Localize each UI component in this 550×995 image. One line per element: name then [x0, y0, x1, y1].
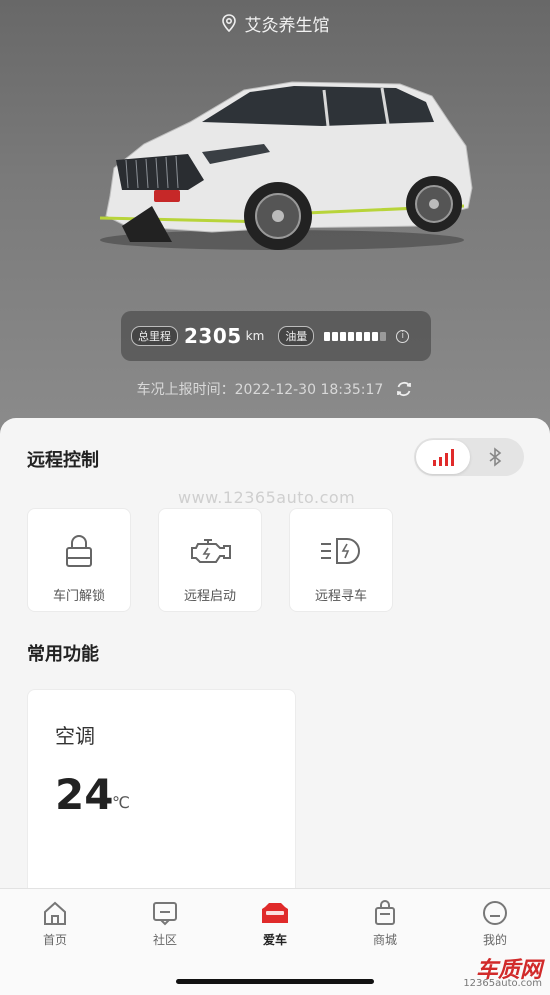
tab-community-label: 社区: [152, 933, 177, 947]
unlock-door-button[interactable]: 车门解锁: [27, 508, 131, 612]
report-time-row: 车况上报时间：2022-12-30 18:35:17: [0, 378, 550, 400]
find-car-button[interactable]: 远程寻车: [289, 508, 393, 612]
ac-title: 空调: [55, 724, 95, 748]
home-icon: [44, 901, 66, 925]
tab-community[interactable]: 社区: [135, 899, 195, 948]
ac-temperature: 24: [55, 770, 114, 819]
tab-profile[interactable]: 我的: [465, 899, 525, 948]
signal-mode-button[interactable]: [416, 440, 470, 474]
bluetooth-icon: [489, 447, 502, 467]
fuel-segment: [380, 331, 387, 341]
vehicle-stats-bar[interactable]: 总里程 2305 km 油量 i: [121, 311, 431, 361]
ac-temperature-unit: ℃: [112, 793, 130, 812]
tab-my-car[interactable]: 爱车: [245, 899, 305, 948]
profile-icon: [483, 901, 507, 925]
fuel-label: 油量: [278, 326, 315, 346]
remote-start-label: 远程启动: [183, 589, 236, 604]
bluetooth-mode-button[interactable]: [470, 440, 520, 474]
fuel-segment: [364, 331, 371, 341]
refresh-icon[interactable]: [395, 380, 413, 398]
mileage-value: 2305: [184, 324, 242, 348]
tab-profile-label: 我的: [482, 933, 507, 947]
tab-shop[interactable]: 商城: [355, 899, 415, 948]
tab-my-car-label: 爱车: [262, 933, 287, 947]
car-icon: [262, 903, 288, 923]
remote-control-title: 远程控制: [27, 450, 99, 471]
report-time-text: 车况上报时间：2022-12-30 18:35:17: [136, 382, 384, 398]
fuel-segment: [332, 331, 339, 341]
fuel-segment: [356, 331, 363, 341]
connection-toggle[interactable]: [414, 438, 524, 476]
info-icon[interactable]: i: [396, 329, 410, 343]
common-functions-title: 常用功能: [27, 644, 99, 665]
mileage-unit: km: [245, 329, 265, 343]
tab-home[interactable]: 首页: [25, 899, 85, 948]
home-indicator[interactable]: [176, 979, 374, 984]
fuel-segment: [324, 331, 331, 341]
tab-home-label: 首页: [42, 933, 67, 947]
community-icon: [153, 902, 177, 926]
brand-url: 12365auto.com: [463, 978, 542, 989]
remote-start-button[interactable]: 远程启动: [158, 508, 262, 612]
fuel-gauge: [324, 331, 387, 341]
air-conditioner-card[interactable]: 空调 24 ℃: [27, 689, 296, 909]
find-car-label: 远程寻车: [314, 589, 367, 604]
unlock-door-label: 车门解锁: [52, 589, 105, 604]
mileage-label: 总里程: [131, 326, 178, 346]
watermark: www.12365auto.com: [178, 488, 356, 507]
shop-bag-icon: [375, 900, 395, 925]
location-pin-icon: [221, 14, 236, 32]
car-image[interactable]: [92, 76, 478, 260]
location-header[interactable]: 艾灸养生馆: [0, 10, 550, 36]
fuel-segment: [348, 331, 355, 341]
headlight-icon: [321, 538, 360, 564]
signal-icon: [433, 449, 454, 466]
tab-shop-label: 商城: [372, 933, 397, 947]
lock-icon: [66, 535, 92, 567]
location-name: 艾灸养生馆: [244, 15, 330, 36]
fuel-segment: [372, 331, 379, 341]
fuel-segment: [340, 331, 347, 341]
engine-icon: [191, 539, 231, 563]
